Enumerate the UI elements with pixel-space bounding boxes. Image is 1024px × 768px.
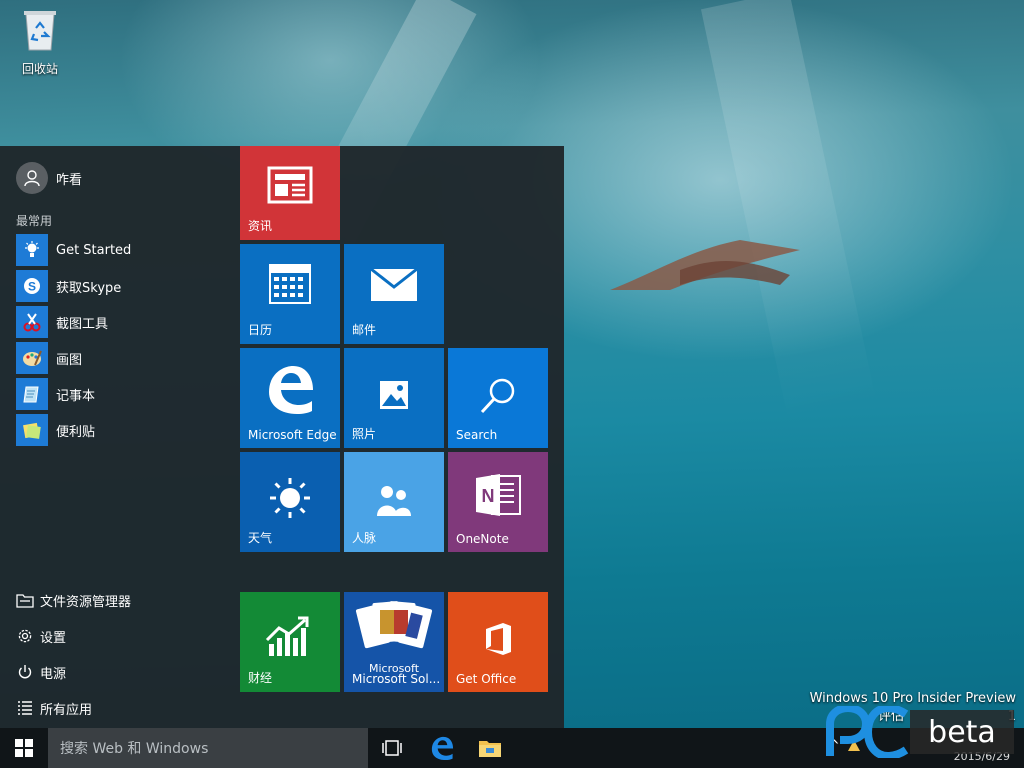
gear-icon	[16, 627, 34, 645]
edge-icon	[431, 736, 454, 761]
list-icon	[16, 699, 34, 717]
svg-text:N: N	[482, 486, 495, 506]
power-item[interactable]: 电源	[16, 658, 226, 686]
scissors-icon	[16, 306, 48, 338]
tile-label: OneNote	[456, 532, 509, 546]
pc-logo-mark	[826, 706, 909, 758]
notepad-icon	[16, 378, 48, 410]
beta-label: beta	[928, 714, 996, 750]
cards-icon	[344, 596, 444, 662]
app-get-started[interactable]: Get Started	[16, 234, 226, 266]
user-name: 咋看	[56, 172, 83, 188]
tile-search[interactable]: Search	[448, 348, 548, 448]
skype-icon: S	[16, 270, 48, 302]
recycle-bin[interactable]: 回收站	[12, 8, 68, 77]
tile-label: Microsoft Edge	[248, 428, 337, 442]
file-explorer-item[interactable]: 文件资源管理器	[16, 586, 226, 614]
diver-fins	[610, 240, 800, 290]
app-label: 获取Skype	[56, 280, 122, 296]
start-left-column: 咋看 最常用 Get Started S 获取Skype 截图工具 画图 记事本…	[0, 146, 236, 728]
tile-weather[interactable]: 天气	[240, 452, 340, 552]
recycle-bin-icon	[24, 11, 56, 51]
start-bottom-list: 文件资源管理器 设置 电源 所有应用	[16, 586, 226, 730]
user-account[interactable]: 咋看	[16, 162, 82, 194]
app-paint[interactable]: 画图	[16, 342, 226, 374]
tile-label: 人脉	[352, 531, 377, 545]
file-explorer-icon	[479, 741, 501, 757]
tile-label: 天气	[248, 531, 273, 545]
settings-item[interactable]: 设置	[16, 622, 226, 650]
start-button[interactable]	[0, 728, 48, 768]
app-get-skype[interactable]: S 获取Skype	[16, 270, 226, 302]
tile-label: 日历	[248, 323, 273, 337]
people-icon	[344, 484, 444, 518]
task-view-button[interactable]	[368, 728, 416, 768]
tile-label: 邮件	[352, 323, 377, 337]
tile-label: 财经	[248, 671, 273, 685]
folder-icon	[16, 591, 34, 609]
tile-mail[interactable]: 邮件	[344, 244, 444, 344]
avatar	[16, 162, 48, 194]
pcbeta-logo: beta	[824, 706, 1014, 758]
light-ray	[700, 0, 877, 421]
onenote-icon: N	[448, 472, 548, 518]
sticky-notes-icon	[16, 414, 48, 446]
file-explorer-taskbar-button[interactable]	[466, 728, 514, 768]
tile-calendar[interactable]: 日历	[240, 244, 340, 344]
bottom-item-label: 所有应用	[40, 702, 93, 718]
tile-get-office[interactable]: Get Office	[448, 592, 548, 692]
bottom-item-label: 设置	[40, 630, 67, 646]
paint-icon	[16, 342, 48, 374]
tile-solitaire[interactable]: Microsoft Microsoft Sol...	[344, 592, 444, 692]
power-icon	[16, 663, 34, 681]
app-snipping-tool[interactable]: 截图工具	[16, 306, 226, 338]
photo-icon	[344, 380, 444, 410]
task-view-icon	[382, 740, 402, 756]
bottom-item-label: 电源	[40, 666, 67, 682]
mail-icon	[344, 268, 444, 302]
tile-photos[interactable]: 照片	[344, 348, 444, 448]
calendar-icon	[240, 264, 340, 304]
tile-edge[interactable]: Microsoft Edge	[240, 348, 340, 448]
edge-taskbar-button[interactable]	[418, 728, 466, 768]
tile-onenote[interactable]: N OneNote	[448, 452, 548, 552]
search-icon	[448, 376, 548, 416]
app-label: Get Started	[56, 242, 132, 258]
beta-label-box: beta	[910, 710, 1014, 754]
start-menu: 咋看 最常用 Get Started S 获取Skype 截图工具 画图 记事本…	[0, 146, 564, 728]
office-icon	[448, 622, 548, 656]
tile-people[interactable]: 人脉	[344, 452, 444, 552]
app-sticky-notes[interactable]: 便利贴	[16, 414, 226, 446]
lightbulb-icon	[16, 234, 48, 266]
app-label: 便利贴	[56, 424, 96, 440]
tile-news[interactable]: 资讯	[240, 146, 340, 240]
user-icon	[24, 170, 40, 187]
app-label: 截图工具	[56, 316, 109, 332]
most-used-heading: 最常用	[16, 214, 53, 228]
svg-text:S: S	[28, 280, 36, 294]
recycle-bin-label: 回收站	[21, 62, 58, 76]
search-placeholder: 搜索 Web 和 Windows	[60, 741, 209, 757]
all-apps-item[interactable]: 所有应用	[16, 694, 226, 722]
finance-icon	[240, 614, 340, 656]
tile-label: 资讯	[248, 219, 273, 233]
edge-icon	[240, 362, 340, 416]
app-label: 记事本	[56, 388, 96, 404]
news-icon	[240, 166, 340, 204]
bottom-item-label: 文件资源管理器	[40, 594, 132, 610]
windows-logo-icon	[15, 739, 33, 757]
tile-label: 照片	[352, 427, 377, 441]
tile-label: Search	[456, 428, 498, 442]
most-used-list: Get Started S 获取Skype 截图工具 画图 记事本 便利贴	[16, 234, 226, 450]
sun-icon	[240, 476, 340, 520]
tile-label: Get Office	[456, 672, 517, 686]
search-input[interactable]: 搜索 Web 和 Windows	[48, 728, 368, 768]
app-notepad[interactable]: 记事本	[16, 378, 226, 410]
app-label: 画图	[56, 352, 83, 368]
tile-finance[interactable]: 财经	[240, 592, 340, 692]
tile-label: Microsoft Sol...	[352, 672, 441, 686]
